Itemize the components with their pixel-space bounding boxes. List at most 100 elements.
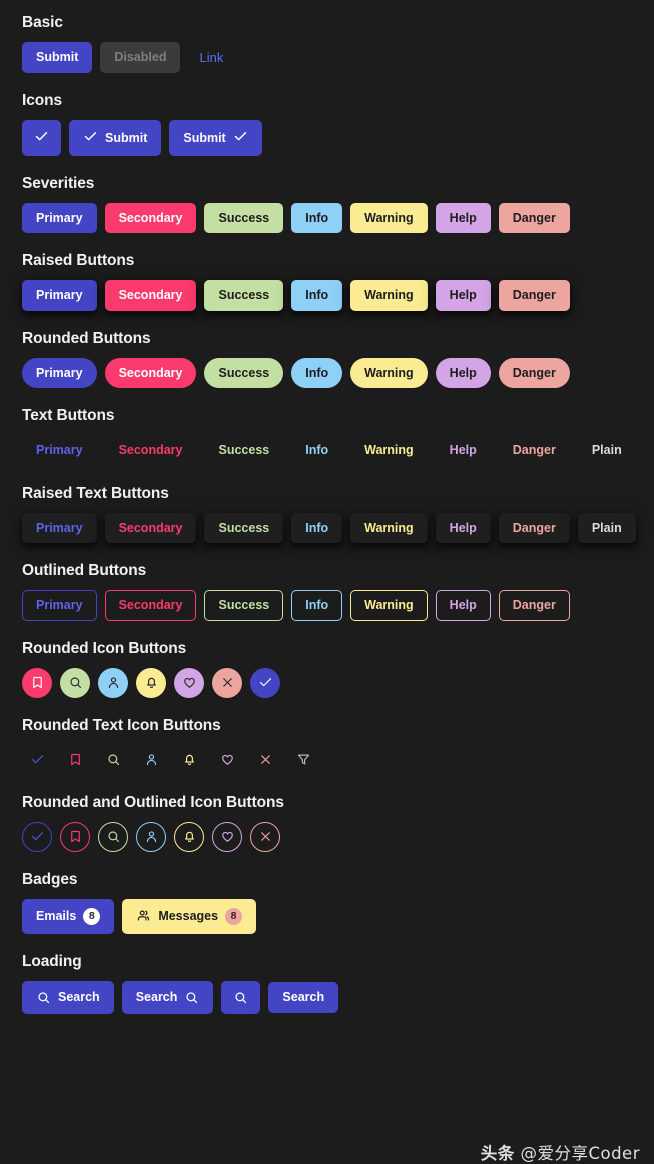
user-icon-button[interactable] [136,821,166,852]
severity-button-help[interactable]: Help [435,202,491,233]
severity-button-primary[interactable]: Primary [22,280,97,311]
button-label: Submit [183,130,226,145]
right-icon-submit-button[interactable]: Submit [169,120,262,156]
outlined-button-warning[interactable]: Warning [350,590,428,621]
button-label: Submit [105,130,148,145]
section-title-rounded-buttons: Rounded Buttons [22,329,151,347]
text-button-success[interactable]: Success [204,512,284,543]
severity-button-info[interactable]: Info [291,357,343,388]
text-button-danger[interactable]: Danger [498,512,570,543]
section-rounded-icon-buttons: Rounded Icon Buttons [22,640,654,698]
text-button-help[interactable]: Help [436,435,491,466]
watermark-brand: 头条 [480,1144,515,1163]
bookmark-icon [30,675,45,690]
icon-only-submit-button[interactable] [22,120,61,156]
button-label: Primary [36,210,83,225]
outlined-button-help[interactable]: Help [435,590,491,621]
severity-button-danger[interactable]: Danger [498,280,570,311]
heart-icon-button[interactable] [174,667,204,698]
link-button[interactable]: Link [188,42,234,73]
text-button-plain[interactable]: Plain [578,435,636,466]
outlined-button-primary[interactable]: Primary [22,590,97,621]
severity-button-warning[interactable]: Warning [350,202,428,233]
outlined-button-info[interactable]: Info [291,590,343,621]
button-label: Search [58,990,100,1005]
text-button-primary[interactable]: Primary [22,512,97,543]
submit-button[interactable]: Submit [22,42,93,73]
severity-button-warning[interactable]: Warning [350,280,428,311]
button-label: Success [218,288,270,302]
times-icon [258,829,273,844]
outlined-button-secondary[interactable]: Secondary [104,590,197,621]
severity-button-success[interactable]: Success [204,202,284,233]
button-label: Warning [364,365,414,380]
filter-icon-button[interactable] [288,745,318,775]
text-button-help[interactable]: Help [435,512,491,543]
search-icon-button[interactable] [98,821,128,852]
heart-icon-button[interactable] [212,821,242,852]
severity-button-secondary[interactable]: Secondary [104,357,197,388]
check-icon-button[interactable] [22,821,52,852]
messages-badge-button[interactable]: Messages 8 [122,898,257,934]
times-icon-button[interactable] [250,745,280,775]
severity-button-primary[interactable]: Primary [22,357,97,388]
bookmark-icon-button[interactable] [60,821,90,852]
rounded-icon-button-row [22,667,654,698]
severity-button-danger[interactable]: Danger [498,357,570,388]
severity-button-success[interactable]: Success [204,357,284,388]
text-button-info[interactable]: Info [291,512,343,543]
text-button-plain[interactable]: Plain [577,512,636,543]
heart-icon-button[interactable] [212,745,242,775]
button-label: Search [135,990,178,1005]
loading-search-button-4[interactable]: Search [268,982,339,1013]
loading-search-button-1[interactable]: Search [22,981,114,1014]
check-icon-button[interactable] [250,667,280,698]
rounded-text-icon-button-row [22,745,654,775]
button-label: Danger [512,520,556,535]
button-label: Info [305,365,329,380]
outlined-button-success[interactable]: Success [204,590,284,621]
bookmark-icon-button[interactable] [22,667,52,698]
left-icon-submit-button[interactable]: Submit [69,120,162,156]
severity-button-primary[interactable]: Primary [22,202,97,233]
check-icon-button[interactable] [22,745,52,775]
text-button-danger[interactable]: Danger [499,435,570,466]
emails-badge-button[interactable]: Emails 8 [22,898,115,934]
user-icon-button[interactable] [98,667,128,698]
severity-button-secondary[interactable]: Secondary [104,202,197,233]
severity-button-danger[interactable]: Danger [498,202,570,233]
search-icon-button[interactable] [60,667,90,698]
bell-icon-button[interactable] [136,667,166,698]
text-button-warning[interactable]: Warning [350,512,428,543]
text-button-warning[interactable]: Warning [350,435,428,466]
text-button-secondary[interactable]: Secondary [104,512,197,543]
bookmark-icon-button[interactable] [60,745,90,775]
severity-button-warning[interactable]: Warning [350,357,428,388]
times-icon-button[interactable] [212,667,242,698]
severity-button-help[interactable]: Help [435,280,491,311]
loading-search-button-2[interactable]: Search [121,981,214,1014]
text-button-primary[interactable]: Primary [22,435,97,466]
bell-icon-button[interactable] [174,821,204,852]
severity-button-info[interactable]: Info [291,280,343,311]
check-icon [83,129,98,147]
severity-button-help[interactable]: Help [435,357,491,388]
times-icon-button[interactable] [250,821,280,852]
button-label: Warning [364,443,414,457]
button-label: Help [449,598,477,612]
text-button-success[interactable]: Success [204,435,283,466]
severity-button-secondary[interactable]: Secondary [104,280,197,311]
severity-button-info[interactable]: Info [291,202,343,233]
text-button-info[interactable]: Info [291,435,342,466]
section-rounded-outlined-icon-buttons: Rounded and Outlined Icon Buttons [22,794,654,852]
user-icon-button[interactable] [136,745,166,775]
bell-icon-button[interactable] [174,745,204,775]
raised-button-row: Primary Secondary Success Info Warning Help Da… [22,280,654,311]
loading-search-button-3[interactable] [221,981,261,1014]
button-label: Secondary [118,288,183,302]
outlined-button-danger[interactable]: Danger [498,590,570,621]
section-title-loading: Loading [22,953,82,970]
text-button-secondary[interactable]: Secondary [105,435,197,466]
search-icon-button[interactable] [98,745,128,775]
severity-button-success[interactable]: Success [204,280,284,311]
